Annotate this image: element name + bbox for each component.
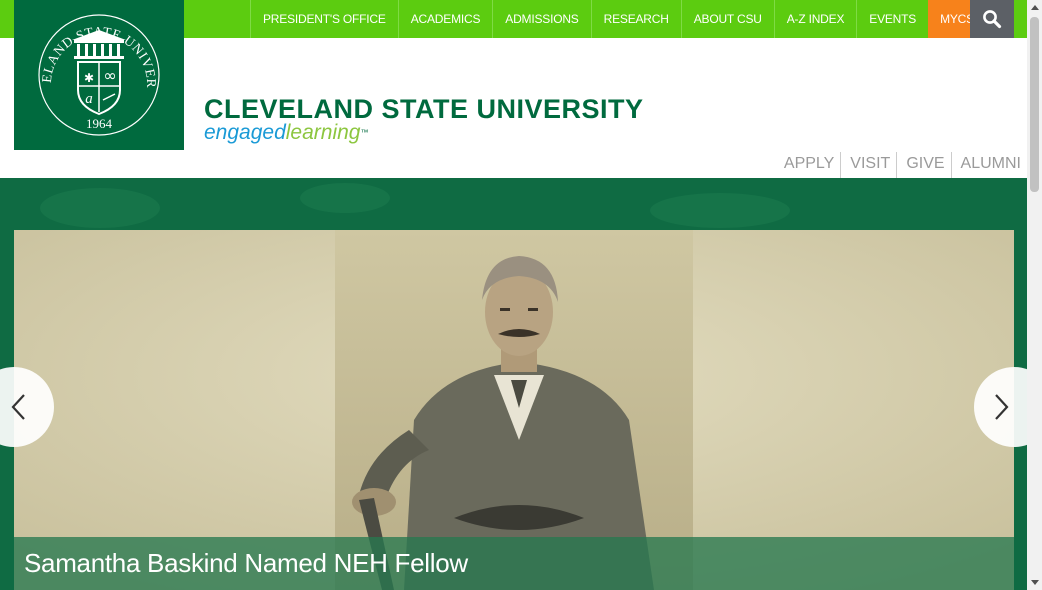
svg-text:CLEVELAND STATE UNIVERSITY: CLEVELAND STATE UNIVERSITY: [34, 10, 159, 88]
quicklink-apply[interactable]: Apply: [775, 152, 842, 178]
main-nav: President's Office Academics Admissions …: [250, 0, 995, 38]
hero-slide[interactable]: Samantha Baskind Named NEH Fellow: [14, 230, 1014, 590]
svg-text:a: a: [85, 91, 93, 107]
slide-caption[interactable]: Samantha Baskind Named NEH Fellow: [14, 537, 1014, 590]
nav-item-presidents-office[interactable]: President's Office: [250, 0, 398, 38]
quicklink-visit[interactable]: Visit: [841, 152, 898, 178]
university-wordmark[interactable]: CLEVELAND STATE UNIVERSITY engagedlearni…: [204, 94, 644, 144]
caret-up-icon: [1030, 5, 1039, 10]
quicklink-give[interactable]: Give: [897, 152, 952, 178]
scroll-down-button[interactable]: [1027, 575, 1042, 590]
page-scrollbar[interactable]: [1027, 0, 1042, 590]
nav-item-a-z-index[interactable]: A-Z Index: [773, 0, 857, 38]
scroll-up-button[interactable]: [1027, 0, 1042, 15]
university-seal-logo[interactable]: CLEVELAND STATE UNIVERSITY 1964 ✱ ∞ a: [14, 0, 184, 150]
tagline-engaged: engaged: [204, 121, 286, 144]
quick-links: Apply Visit Give Alumni: [775, 152, 1028, 178]
tagline-learning: learning: [285, 121, 361, 144]
svg-text:✱: ✱: [84, 71, 94, 85]
hero-photo: [14, 230, 1014, 590]
wordmark-title: CLEVELAND STATE UNIVERSITY: [204, 94, 644, 124]
hero-banner: Samantha Baskind Named NEH Fellow: [0, 178, 1027, 590]
nav-item-research[interactable]: Research: [590, 0, 681, 38]
background-texture: [650, 193, 790, 228]
svg-text:∞: ∞: [103, 66, 116, 85]
background-texture: [40, 188, 160, 228]
wordmark-tagline: engagedlearning™: [204, 122, 644, 144]
search-icon: [983, 10, 1002, 29]
nav-item-admissions[interactable]: Admissions: [492, 0, 590, 38]
trademark-symbol: ™: [360, 128, 369, 137]
chevron-left-icon: [11, 394, 25, 420]
scrollbar-thumb[interactable]: [1030, 17, 1039, 192]
search-button[interactable]: [970, 0, 1014, 38]
quicklink-alumni[interactable]: Alumni: [952, 152, 1028, 178]
page: President's Office Academics Admissions …: [0, 0, 1042, 590]
nav-item-academics[interactable]: Academics: [397, 0, 493, 38]
background-texture: [300, 183, 390, 213]
chevron-right-icon: [995, 394, 1009, 420]
seal-emblem: CLEVELAND STATE UNIVERSITY 1964 ✱ ∞ a: [34, 10, 160, 136]
caret-down-icon: [1030, 580, 1039, 585]
slide-caption-title[interactable]: Samantha Baskind Named NEH Fellow: [24, 537, 1014, 589]
nav-item-events[interactable]: Events: [856, 0, 928, 38]
nav-item-about-csu[interactable]: About CSU: [680, 0, 774, 38]
svg-text:1964: 1964: [86, 116, 113, 131]
